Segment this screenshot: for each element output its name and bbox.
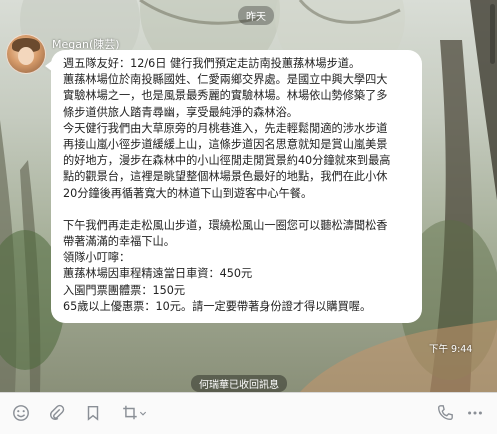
message-line: 65歲以上優惠票：10元。請一定要帶著身份證才得以購買喔。 — [63, 299, 372, 313]
avatar[interactable] — [6, 34, 46, 74]
phone-icon[interactable] — [434, 403, 456, 423]
message-line: 的好地方，漫步在森林中的小山徑閒走閒賞景約40分鐘就來到最高 — [63, 154, 391, 168]
scrollbar[interactable] — [490, 4, 495, 64]
message-timestamp: 下午 9:44 — [429, 344, 473, 355]
message-line: 蕙蓀林場因車程精遠當日車資：450元 — [63, 267, 253, 281]
message-line: 再接山嵐小徑步道緩緩上山，這條步道因名思意就知是賞山嵐美景 — [63, 138, 388, 152]
bookmark-icon[interactable] — [82, 403, 104, 423]
attach-icon[interactable] — [46, 403, 68, 423]
system-notice: 何瑞華已收回訊息 — [191, 375, 287, 392]
date-divider: 昨天 — [238, 6, 274, 25]
input-toolbar — [0, 392, 497, 434]
message-line: 20分鐘後再循著寬大的林道下山到遊客中心午餐。 — [63, 186, 313, 200]
message-line: 條步道供旅人踏青尋幽，享受最純淨的森林浴。 — [63, 105, 298, 119]
message-line: 帶著滿滿的幸福下山。 — [63, 235, 175, 249]
message-line: 入園門票團體票：150元 — [63, 283, 186, 297]
chat-window: 昨天 Megan(陳芸) 週五隊友好：12/6日 健行我們預定走訪南投蕙蓀林場步… — [0, 0, 497, 434]
message-line — [63, 202, 412, 218]
emoji-icon[interactable] — [10, 403, 32, 423]
message-line: 實驗林場之一，也是風景最秀麗的實驗林場。林場依山勢修築了多 — [63, 89, 388, 103]
message-line: 週五隊友好：12/6日 健行我們預定走訪南投蕙蓀林場步道。 — [63, 57, 361, 70]
message-bubble[interactable]: 週五隊友好：12/6日 健行我們預定走訪南投蕙蓀林場步道。蕙蓀林場位於南投縣國姓… — [45, 50, 422, 324]
message-line: 領隊小叮嚀： — [63, 251, 131, 265]
more-icon[interactable] — [464, 403, 486, 423]
message-line: 下午我們再走走松風山步道，環繞松風山一圈您可以聽松濤聞松香 — [63, 218, 388, 232]
crop-icon[interactable] — [118, 403, 150, 423]
message-line: 今天健行我們由大草原旁的月桃巷進入，先走輕鬆閒適的涉水步道 — [63, 121, 388, 135]
message-line: 蕙蓀林場位於南投縣國姓、仁愛兩鄉交界處。是國立中興大學四大 — [63, 73, 388, 87]
message-line: 點的觀景台，這裡是眺望整個林場景色最好的地點，我們在此小休 — [63, 170, 388, 184]
